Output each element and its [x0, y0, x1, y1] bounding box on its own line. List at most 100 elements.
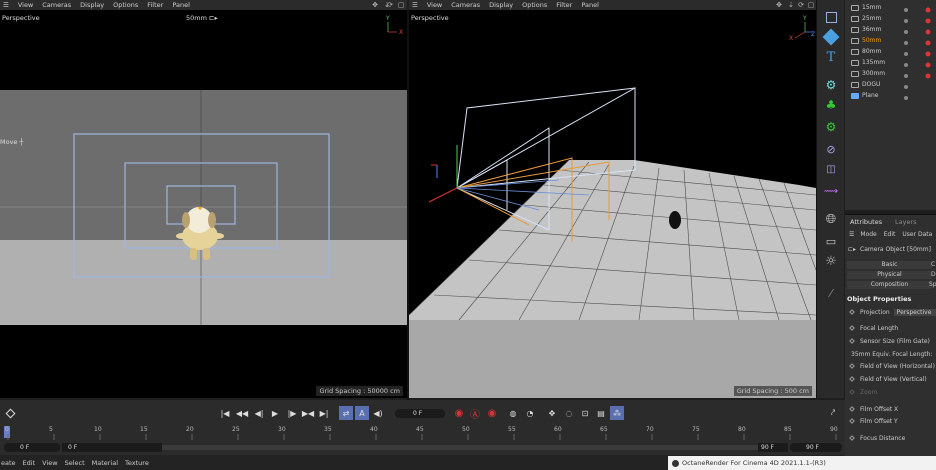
tab-attributes[interactable]: Attributes [850, 218, 882, 226]
dogu-figure[interactable] [669, 211, 681, 229]
move-view-icon[interactable]: ✥ [774, 1, 784, 9]
menu-view[interactable]: View [42, 459, 57, 467]
cloner-icon[interactable]: ⚙ [823, 78, 839, 92]
text-tool-icon[interactable]: T [823, 50, 839, 65]
object-row-toggles[interactable] [901, 3, 931, 103]
light-icon[interactable]: ☼ [823, 254, 839, 269]
menu-filter[interactable]: Filter [147, 1, 163, 9]
menu-view[interactable]: View [18, 1, 33, 9]
sculpt-icon[interactable]: ⁄ [823, 286, 839, 300]
menu-material[interactable]: Material [92, 459, 118, 467]
menu-panel[interactable]: Panel [581, 1, 599, 9]
menu-display[interactable]: Display [80, 1, 104, 9]
octane-window-tab[interactable]: OctaneRender For Cinema 4D 2021.1.1-(R3) [668, 456, 936, 470]
subtab-c[interactable]: C [931, 261, 935, 268]
current-frame-field[interactable]: 0 F [395, 409, 445, 418]
position-key-icon[interactable]: ✥ [545, 406, 559, 420]
menu-user-data[interactable]: User Data [902, 231, 932, 238]
camera-icon[interactable]: ▭ [823, 234, 839, 248]
loop-icon[interactable]: ⇄ [339, 406, 353, 420]
subtab-composition[interactable]: Composition [847, 281, 932, 289]
keyframe-icon[interactable] [849, 376, 855, 382]
right-viewport[interactable]: Y X Z Perspective Grid Spacing : 500 cm [409, 10, 816, 398]
subtab-physical[interactable]: Physical [847, 271, 932, 279]
go-to-end-icon[interactable]: ▶| [317, 406, 331, 420]
range-end-field[interactable]: 90 F [758, 443, 788, 452]
ruler-label: 60 [554, 426, 562, 433]
subtab-sp[interactable]: Sp [929, 281, 936, 288]
maximize-view-icon[interactable]: ▢ [396, 1, 406, 9]
param-key-icon[interactable]: ▤ [594, 406, 608, 420]
menu-cameras[interactable]: Cameras [451, 1, 480, 9]
menu-create[interactable]: eate [1, 459, 16, 467]
prev-frame-icon[interactable]: ◀| [252, 406, 266, 420]
keyframe-icon[interactable] [849, 309, 855, 315]
range-start-field[interactable]: 0 F [62, 443, 162, 452]
point-level-icon[interactable]: ⁂ [610, 406, 624, 420]
sound-icon[interactable]: ◀) [371, 406, 385, 420]
left-viewport[interactable]: Y X Move ┼ Perspective 50mm ⊏▸ Grid Spac… [0, 10, 407, 398]
spline-icon[interactable]: ⊘ [823, 142, 839, 156]
range-slider[interactable] [162, 445, 758, 450]
menu-edit[interactable]: Edit [884, 231, 896, 238]
maximize-view-icon[interactable]: ▢ [806, 1, 816, 9]
menu-select[interactable]: Select [65, 459, 85, 467]
cube-icon[interactable] [822, 28, 840, 46]
curve-icon[interactable]: ⤤ [826, 406, 840, 420]
playback-mode-icon[interactable]: A [355, 406, 369, 420]
record-icon[interactable]: ◉ [452, 406, 466, 420]
subtab-d[interactable]: D [931, 271, 936, 278]
menu-panel[interactable]: Panel [172, 1, 190, 9]
menu-mode[interactable]: Mode [860, 231, 876, 238]
play-icon[interactable]: ▶ [268, 406, 282, 420]
right-viewport-scene: Y X Z [409, 15, 816, 398]
generator-icon[interactable]: ♣ [823, 98, 839, 112]
menu-display[interactable]: Display [489, 1, 513, 9]
field-icon[interactable]: ◫ [823, 162, 839, 176]
menu-view[interactable]: View [427, 1, 442, 9]
autokey-icon[interactable]: Ⓐ [468, 406, 482, 421]
left-viewport-menubar: ☰ View Cameras Display Options Filter Pa… [0, 0, 407, 10]
keyframe-icon[interactable] [849, 406, 855, 412]
rotation-key-icon[interactable]: ◌ [562, 406, 576, 420]
projection-select[interactable]: Perspective [893, 308, 936, 316]
menu-filter[interactable]: Filter [556, 1, 572, 9]
menu-cameras[interactable]: Cameras [42, 1, 71, 9]
deformer-icon[interactable]: ⚙ [823, 120, 839, 134]
timer-icon[interactable]: ◔ [523, 406, 537, 420]
hamburger-icon[interactable]: ☰ [3, 1, 9, 9]
ruler-label: 20 [186, 426, 194, 433]
start-frame-field[interactable]: 0 F [4, 443, 60, 452]
effector-icon[interactable]: ⟿ [823, 184, 839, 198]
keyframe-icon[interactable] [849, 338, 855, 344]
dolly-view-icon[interactable]: ⇣ [786, 1, 796, 9]
move-view-icon[interactable]: ✥ [370, 1, 380, 9]
keyframe-diamond-icon[interactable] [3, 406, 17, 420]
key-selection-icon[interactable]: ◉ [485, 406, 499, 420]
keyframe-mode-icon[interactable]: ◍ [506, 406, 520, 420]
subtab-basic[interactable]: Basic [847, 261, 932, 269]
property-row: Field of View (Horizontal) [845, 361, 936, 371]
keyframe-icon[interactable] [849, 363, 855, 369]
go-to-start-icon[interactable]: |◀ [218, 406, 232, 420]
scale-key-icon[interactable]: ⊡ [578, 406, 592, 420]
hamburger-icon[interactable]: ☰ [849, 231, 854, 238]
next-frame-icon[interactable]: |▶ [285, 406, 299, 420]
hamburger-icon[interactable]: ☰ [412, 1, 418, 9]
rotate-view-icon[interactable]: ⟳ [796, 1, 806, 9]
next-key-icon[interactable]: ▶◀ [301, 406, 315, 420]
menu-edit[interactable]: Edit [23, 459, 36, 467]
svg-text:Y: Y [802, 15, 807, 22]
tab-layers[interactable]: Layers [895, 218, 917, 226]
menu-options[interactable]: Options [113, 1, 138, 9]
prev-key-icon[interactable]: ◀◀ [235, 406, 249, 420]
end-frame-field[interactable]: 90 F [790, 443, 842, 452]
keyframe-icon[interactable] [849, 325, 855, 331]
menu-texture[interactable]: Texture [125, 459, 149, 467]
menu-options[interactable]: Options [522, 1, 547, 9]
environment-icon[interactable]: 🌐︎ [823, 212, 839, 227]
keyframe-icon[interactable] [849, 418, 855, 424]
select-box-icon[interactable] [823, 10, 839, 24]
rotate-view-icon[interactable]: ⟳ [385, 1, 395, 9]
keyframe-icon[interactable] [849, 435, 855, 441]
